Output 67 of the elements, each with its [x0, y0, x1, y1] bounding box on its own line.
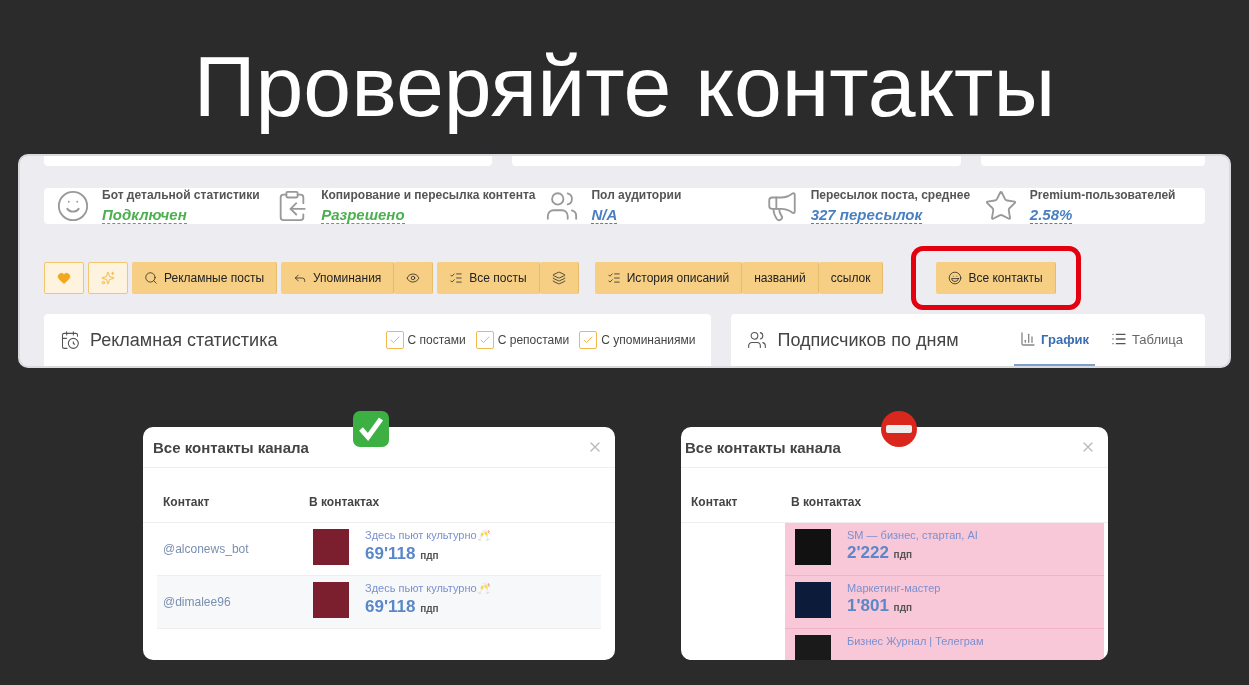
subscriber-count: 2'222 пдп [847, 543, 914, 563]
column-header: В контактах [791, 495, 863, 509]
toolbar-button[interactable]: Все посты [437, 262, 540, 294]
card-title: Рекламная статистика [90, 329, 278, 351]
channel-name[interactable]: Бизнес Журнал | Телеграм [847, 635, 984, 647]
toolbar-button[interactable]: История описаний [594, 262, 743, 294]
checkbox-label: С постами [407, 333, 466, 347]
icon-button[interactable] [44, 262, 84, 294]
subscriber-count: 1'801 пдп [847, 596, 914, 616]
stat-label: Копирование и пересылка контента [321, 187, 536, 202]
layers-icon [551, 271, 566, 285]
tab[interactable]: Таблица [1105, 314, 1189, 366]
toolbar-button[interactable]: названий [742, 262, 819, 294]
column-header: Контакт [163, 495, 211, 509]
checkbox[interactable] [385, 331, 404, 349]
list-icon [449, 271, 464, 285]
channel-name[interactable]: Здесь пьют культурно🥂 [365, 582, 491, 595]
icon-button[interactable] [88, 262, 128, 294]
face-icon [948, 271, 963, 285]
heart-icon [57, 271, 71, 285]
bar-chart-icon [1020, 331, 1037, 347]
subscriber-count: 69'118 пдп [365, 597, 440, 617]
check-icon [582, 334, 595, 346]
search-icon [144, 271, 158, 285]
stat-value[interactable]: Подключен [102, 205, 187, 224]
contact-link[interactable]: @alconews_bot [157, 542, 303, 556]
checkbox[interactable] [475, 331, 494, 349]
stat-label: Premium-пользователей [1029, 187, 1176, 202]
checkbox[interactable] [579, 331, 598, 349]
contact-link[interactable]: @dimalee96 [157, 595, 303, 609]
stat-label: Пересылок поста, среднее [810, 187, 971, 202]
stat-value[interactable]: 2.58% [1029, 205, 1073, 224]
card-title: Подписчиков по дням [777, 329, 959, 351]
slide-title: Проверяйте контакты [193, 37, 1056, 136]
list-icon [606, 271, 621, 285]
calendar-clock-icon [60, 330, 80, 350]
check-icon [478, 334, 491, 346]
stat-value[interactable]: N/A [591, 205, 618, 224]
stat-value[interactable]: Разрешено [321, 205, 405, 224]
users-icon [747, 330, 768, 350]
stat-value[interactable]: 327 пересылок [810, 205, 923, 224]
tab[interactable]: График [1014, 314, 1095, 366]
icon-button[interactable] [394, 262, 434, 294]
dialog-title: Все контакты канала [153, 438, 309, 456]
channel-name[interactable]: Маркетинг-мастер [847, 582, 941, 594]
stat-label: Пол аудитории [591, 187, 682, 202]
column-header: В контактах [309, 495, 381, 509]
star-icon [983, 188, 1018, 223]
toolbar-button[interactable]: Рекламные посты [132, 262, 277, 294]
channel-name[interactable]: Здесь пьют культурно🥂 [365, 529, 491, 542]
sparkle-icon [101, 271, 115, 285]
toolbar-button[interactable]: Упоминания [281, 262, 395, 294]
icon-button[interactable] [539, 262, 579, 294]
checkbox-label: С упоминаниями [601, 333, 696, 347]
stat-label: Бот детальной статистики [102, 187, 260, 202]
list-icon [1111, 331, 1127, 347]
eye-icon [406, 271, 421, 285]
channel-name[interactable]: SM — бизнес, стартап, AI [847, 529, 978, 541]
toolbar-button[interactable]: ссылок [818, 262, 884, 294]
column-header: Контакт [691, 495, 739, 509]
subscriber-count: 69'118 пдп [365, 544, 440, 564]
reply-icon [293, 271, 307, 285]
check-icon [388, 334, 401, 346]
toolbar-button[interactable]: Все контакты [936, 262, 1056, 294]
checkbox-label: С репостами [497, 333, 570, 347]
dialog-title: Все контакты канала [685, 438, 841, 456]
smile-icon [56, 188, 90, 223]
